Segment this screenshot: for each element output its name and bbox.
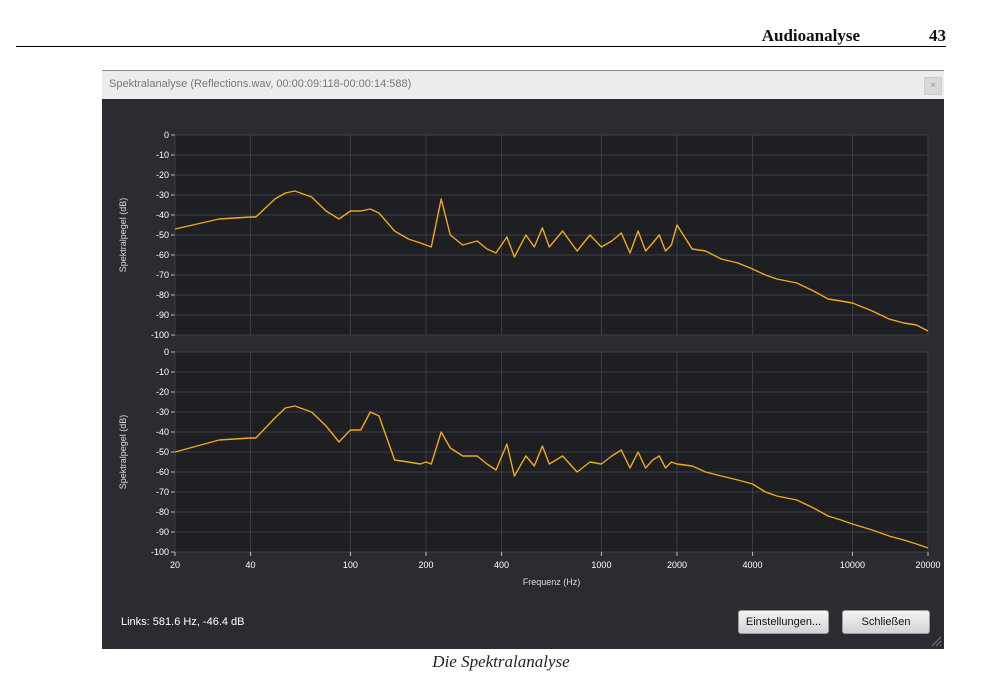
page-header: Audioanalyse 43 [16, 26, 946, 47]
x-tick-label: 400 [494, 560, 509, 570]
y-tick-label: -80 [156, 507, 169, 517]
x-tick-label: 4000 [743, 560, 763, 570]
y-tick-label: -10 [156, 150, 169, 160]
y-tick-label: -60 [156, 467, 169, 477]
spectrum-analysis-window: Spektralanalyse (Reflections.wav, 00:00:… [102, 70, 944, 649]
y-tick-label: -90 [156, 310, 169, 320]
y-tick-label: -50 [156, 447, 169, 457]
window-title: Spektralanalyse (Reflections.wav, 00:00:… [109, 78, 412, 90]
page-number: 43 [929, 26, 946, 45]
y-tick-label: -70 [156, 270, 169, 280]
y-tick-label: 0 [164, 347, 169, 357]
window-close-button[interactable]: × [924, 77, 942, 95]
y-tick-label: -20 [156, 387, 169, 397]
x-tick-label: 1000 [591, 560, 611, 570]
y-tick-label: -90 [156, 527, 169, 537]
settings-button[interactable]: Einstellungen... [738, 610, 829, 634]
y-tick-label: -20 [156, 170, 169, 180]
x-tick-label: 20 [170, 560, 180, 570]
y-tick-label: -100 [151, 330, 169, 340]
x-axis-label: Frequenz (Hz) [523, 577, 581, 587]
resize-grip-icon[interactable] [930, 635, 942, 647]
x-tick-label: 100 [343, 560, 358, 570]
y-tick-label: -10 [156, 367, 169, 377]
x-tick-label: 10000 [840, 560, 865, 570]
y-tick-label: -40 [156, 210, 169, 220]
figure-caption: Die Spektralanalyse [432, 652, 570, 671]
y-tick-label: -30 [156, 190, 169, 200]
y-tick-label: -30 [156, 407, 169, 417]
y-axis-label: Spektralpegel (dB) [118, 198, 128, 273]
x-tick-label: 2000 [667, 560, 687, 570]
window-titlebar[interactable]: Spektralanalyse (Reflections.wav, 00:00:… [102, 71, 944, 99]
cursor-readout: Links: 581.6 Hz, -46.4 dB [121, 616, 245, 628]
y-tick-label: -70 [156, 487, 169, 497]
y-tick-label: -50 [156, 230, 169, 240]
x-tick-label: 20000 [915, 560, 940, 570]
page-header-title: Audioanalyse [761, 26, 860, 45]
close-button[interactable]: Schließen [842, 610, 930, 634]
x-tick-label: 200 [418, 560, 433, 570]
y-tick-label: 0 [164, 130, 169, 140]
y-tick-label: -40 [156, 427, 169, 437]
x-tick-label: 40 [246, 560, 256, 570]
y-tick-label: -80 [156, 290, 169, 300]
y-tick-label: -60 [156, 250, 169, 260]
spectrum-chart[interactable]: 0-10-20-30-40-50-60-70-80-90-100Spektral… [102, 99, 944, 599]
y-axis-label: Spektralpegel (dB) [118, 415, 128, 490]
y-tick-label: -100 [151, 547, 169, 557]
